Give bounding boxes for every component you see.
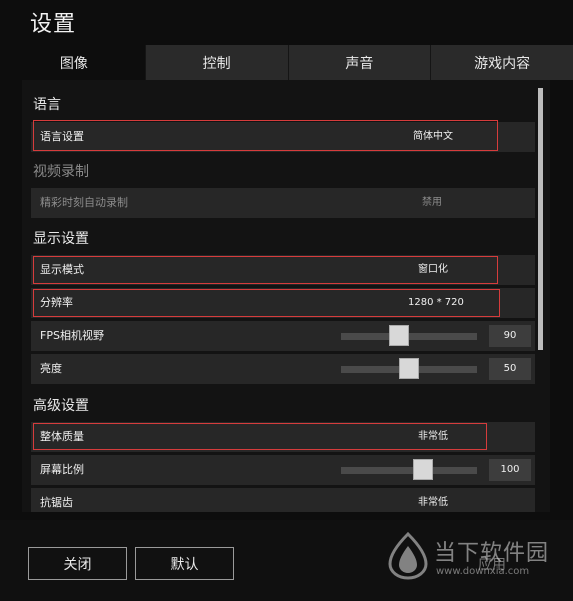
screen-scale-slider-track[interactable] (341, 467, 477, 474)
highlight-record-label: 精彩时刻自动录制 (40, 196, 128, 209)
highlight-record-row[interactable]: 精彩时刻自动录制 禁用 (31, 188, 535, 218)
brightness-slider-thumb[interactable] (399, 358, 419, 379)
panel-scrollbar[interactable] (538, 88, 543, 350)
anti-aliasing-value[interactable]: 非常低 (418, 488, 448, 512)
section-video-recording: 视频录制 (33, 164, 89, 180)
display-mode-label: 显示模式 (40, 263, 84, 276)
display-mode-row[interactable]: 显示模式 窗口化 (31, 255, 535, 285)
fps-fov-row: FPS相机视野 90 (31, 321, 535, 351)
tab-controls[interactable]: 控制 (144, 45, 288, 80)
close-button[interactable]: 关闭 (28, 547, 127, 580)
default-button[interactable]: 默认 (135, 547, 234, 580)
anti-aliasing-row[interactable]: 抗锯齿 非常低 (31, 488, 535, 512)
language-setting-row[interactable]: 语言设置 简体中文 (31, 122, 535, 152)
brightness-value-box[interactable]: 50 (489, 358, 531, 380)
settings-window: 设置 图像 控制 声音 游戏内容 语言 语言设置 简体中文 视频录制 精彩时刻自… (0, 0, 573, 601)
screen-scale-value-box[interactable]: 100 (489, 459, 531, 481)
settings-panel: 语言 语言设置 简体中文 视频录制 精彩时刻自动录制 禁用 显示设置 显示模式 … (22, 80, 550, 512)
tab-gameplay[interactable]: 游戏内容 (430, 45, 573, 80)
screen-scale-label: 屏幕比例 (40, 463, 84, 476)
overall-quality-label: 整体质量 (40, 430, 84, 443)
overall-quality-value[interactable]: 非常低 (418, 422, 448, 452)
brightness-row: 亮度 50 (31, 354, 535, 384)
fps-fov-label: FPS相机视野 (40, 329, 104, 342)
screen-scale-slider-thumb[interactable] (412, 459, 433, 480)
resolution-value[interactable]: 1280 * 720 (408, 288, 464, 318)
watermark: 当下软件园 www.downxia.com (386, 532, 566, 587)
fps-fov-slider-thumb[interactable] (389, 325, 410, 346)
window-title: 设置 (30, 12, 77, 37)
section-language: 语言 (33, 97, 61, 113)
tab-graphics[interactable]: 图像 (3, 45, 145, 80)
fps-fov-value-box[interactable]: 90 (489, 325, 531, 347)
section-display: 显示设置 (33, 231, 89, 247)
resolution-row[interactable]: 分辨率 1280 * 720 (31, 288, 535, 318)
watermark-name: 当下软件园 (434, 541, 550, 566)
language-setting-label: 语言设置 (40, 130, 84, 143)
anti-aliasing-label: 抗锯齿 (40, 496, 73, 509)
watermark-url: www.downxia.com (436, 566, 530, 577)
highlight-record-value[interactable]: 禁用 (422, 188, 442, 218)
tab-bar: 图像 控制 声音 游戏内容 (3, 45, 573, 80)
display-mode-value[interactable]: 窗口化 (418, 255, 448, 285)
overall-quality-row[interactable]: 整体质量 非常低 (31, 422, 535, 452)
brightness-label: 亮度 (40, 362, 62, 375)
watermark-logo-icon (388, 532, 428, 580)
language-setting-value[interactable]: 简体中文 (413, 122, 453, 152)
resolution-label: 分辨率 (40, 296, 73, 309)
section-advanced: 高级设置 (33, 398, 89, 414)
tab-sound[interactable]: 声音 (287, 45, 431, 80)
screen-scale-row: 屏幕比例 100 (31, 455, 535, 485)
